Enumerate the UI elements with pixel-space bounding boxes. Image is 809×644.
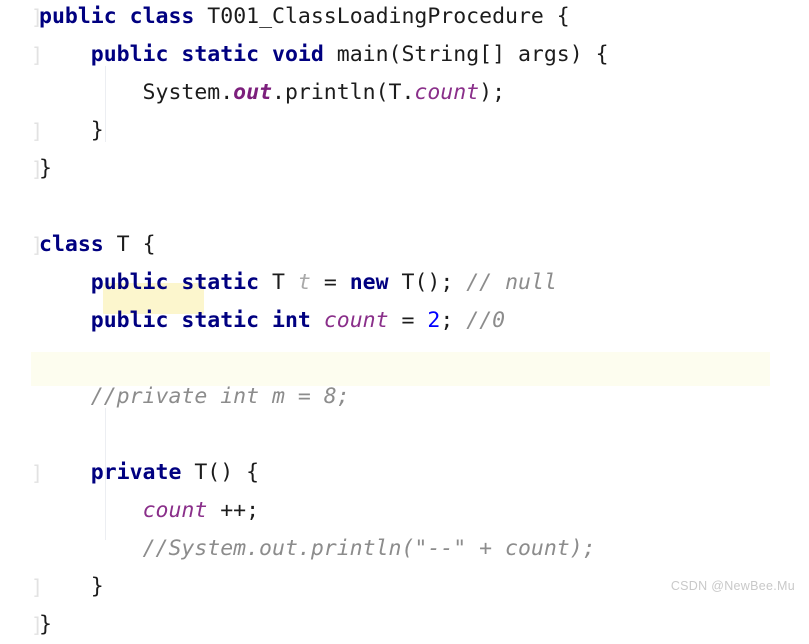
code-editor-canvas[interactable]: ] public class T001_ClassLoadingProcedure… — [0, 0, 809, 637]
token-plain: = — [310, 270, 350, 295]
token-cmt: //0 — [466, 308, 506, 333]
token-kw: public — [90, 308, 169, 333]
code-line-text: public static void main(String[] args) { — [39, 36, 609, 74]
code-line-text: class T { — [39, 226, 156, 264]
token-plain: ); — [479, 80, 506, 105]
token-plain: .println(T. — [272, 80, 415, 105]
code-line-text: count ++; — [39, 492, 260, 530]
code-line-text: public static int count = 2; //0 — [39, 302, 505, 340]
token-kw: public — [90, 270, 169, 295]
token-kw: new — [349, 270, 389, 295]
token-plain: } — [39, 574, 104, 599]
token-plain: T001_ClassLoadingProcedure { — [194, 4, 570, 29]
token-plain: } — [39, 156, 52, 181]
code-line[interactable]: public static T t = new T(); // null — [0, 264, 809, 302]
token-plain: T(); — [388, 270, 467, 295]
token-kw: void — [272, 42, 324, 67]
code-line[interactable] — [0, 340, 809, 378]
token-plain: T { — [103, 232, 156, 257]
code-line-text: //private int m = 8; — [39, 378, 350, 416]
token-plain: main(String[] args) { — [323, 42, 609, 67]
code-line[interactable]: count ++; — [0, 492, 809, 530]
code-line[interactable]: ] } — [0, 112, 809, 150]
token-cmt: //private int m = 8; — [90, 384, 350, 409]
token-num: 2 — [427, 308, 441, 333]
token-kw: class — [129, 4, 195, 29]
token-kw: static — [181, 42, 260, 67]
token-fieldb: out — [233, 80, 273, 105]
token-plain: ; — [440, 308, 467, 333]
token-kw: class — [39, 232, 104, 257]
token-plain: ++; — [207, 498, 260, 523]
token-plain: } — [39, 612, 52, 637]
token-plain: = — [388, 308, 428, 333]
token-unused: t — [297, 270, 311, 295]
token-kw: public — [90, 42, 169, 67]
code-line-text: public class T001_ClassLoadingProcedure … — [39, 0, 570, 36]
token-plain: T — [259, 270, 298, 295]
token-plain: T() { — [181, 460, 260, 485]
code-line-text: } — [39, 568, 104, 606]
token-kw: public — [39, 4, 117, 29]
code-line[interactable] — [0, 416, 809, 454]
code-line-text: } — [39, 606, 52, 644]
token-field: count — [142, 498, 208, 523]
token-field: count — [323, 308, 389, 333]
token-kw: int — [272, 308, 311, 333]
code-line[interactable]: ] class T { — [0, 226, 809, 264]
code-line-text: System.out.println(T.count); — [39, 74, 505, 112]
code-line[interactable] — [0, 188, 809, 226]
code-line-text: } — [39, 150, 52, 188]
token-field: count — [414, 80, 480, 105]
code-line-text: //System.out.println("--" + count); — [39, 530, 596, 568]
token-plain: } — [39, 118, 104, 143]
code-line[interactable]: ] public class T001_ClassLoadingProcedure… — [0, 0, 809, 36]
code-line[interactable]: public static int count = 2; //0 — [0, 302, 809, 340]
token-cmt: //System.out.println("--" + count); — [142, 536, 596, 561]
code-line-text: public static T t = new T(); // null — [39, 264, 557, 302]
code-line[interactable]: System.out.println(T.count); — [0, 74, 809, 112]
token-plain: System. — [39, 80, 234, 105]
code-line[interactable]: ]} — [0, 150, 809, 188]
code-line[interactable]: //System.out.println("--" + count); — [0, 530, 809, 568]
code-line[interactable]: ] private T() { — [0, 454, 809, 492]
token-kw: private — [90, 460, 182, 485]
token-cmt: // null — [466, 270, 557, 295]
code-line[interactable]: //private int m = 8; — [0, 378, 809, 416]
watermark-label: CSDN @NewBee.Mu — [670, 579, 795, 593]
code-line-text: private T() { — [39, 454, 259, 492]
code-line[interactable]: ] public static void main(String[] args)… — [0, 36, 809, 74]
code-line-text: } — [39, 112, 104, 150]
code-line[interactable]: ]} — [0, 606, 809, 644]
token-kw: static — [181, 270, 260, 295]
token-kw: static — [181, 308, 260, 333]
